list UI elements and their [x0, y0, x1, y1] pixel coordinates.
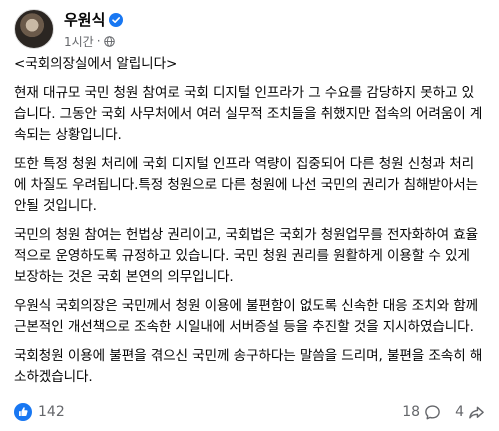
post-paragraph-5: 국회청원 이용에 불편을 겪으신 국민께 송구하다는 말씀을 드리며, 불편을 … — [14, 348, 483, 385]
post-header: 우원식 1시간 · — [14, 0, 485, 54]
post-paragraph-1: 현재 대규모 국민 청원 참여로 국회 디지털 인프라가 그 수요를 감당하지 … — [14, 85, 483, 143]
post-meta: 우원식 1시간 · — [64, 9, 124, 50]
post-paragraph-2: 또한 특정 청원 처리에 국회 디지털 인프라 역량이 집중되어 다른 청원 신… — [14, 156, 479, 214]
like-icon — [14, 403, 32, 421]
post-footer: 142 18 4 — [0, 398, 499, 426]
comments-stat[interactable]: 18 — [402, 404, 441, 421]
share-icon — [468, 404, 485, 421]
comments-count[interactable]: 18 — [402, 404, 420, 420]
comment-icon — [424, 404, 441, 421]
shares-count[interactable]: 4 — [455, 404, 464, 420]
reactions[interactable]: 142 — [14, 403, 65, 421]
post-title: <국회의장실에서 알립니다> — [14, 56, 178, 72]
shares-stat[interactable]: 4 — [455, 404, 485, 421]
verified-badge-icon — [109, 12, 124, 27]
engagement-stats: 18 4 — [402, 404, 485, 421]
post-paragraph-4: 우원식 국회의장은 국민께서 청원 이용에 불편함이 없도록 신속한 대응 조치… — [14, 298, 479, 335]
facebook-post: 우원식 1시간 · <국회의장실에서 알립니다> 현재 대규모 국민 청원 참여… — [0, 0, 499, 431]
globe-icon[interactable] — [103, 35, 115, 47]
post-body: <국회의장실에서 알립니다> 현재 대규모 국민 청원 참여로 국회 디지털 인… — [14, 54, 485, 388]
likes-count[interactable]: 142 — [38, 404, 65, 420]
author-row: 우원식 — [64, 9, 124, 30]
meta-separator: · — [96, 34, 101, 48]
post-paragraph-3: 국민의 청원 참여는 헌법상 권리이고, 국회법은 국회가 청원업무를 전자화하… — [14, 227, 479, 285]
post-sub-info: 1시간 · — [64, 33, 123, 50]
avatar[interactable] — [14, 9, 54, 49]
post-time[interactable]: 1시간 — [64, 33, 94, 50]
author-name[interactable]: 우원식 — [64, 9, 105, 30]
